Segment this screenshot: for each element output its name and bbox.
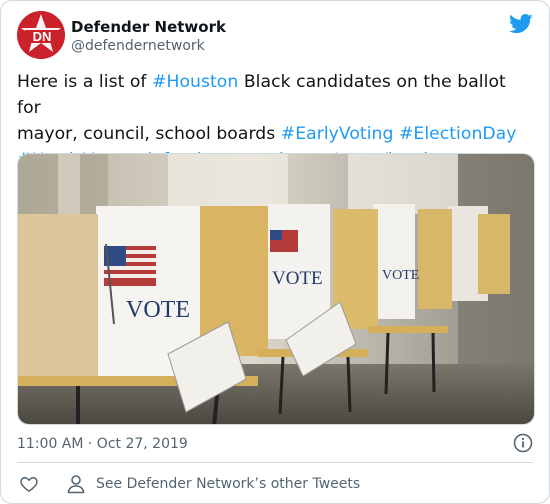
tweet-card: DN Defender Network @defendernetwork Her… <box>0 0 550 504</box>
divider <box>17 462 533 463</box>
booth-sign-text: VOTE <box>272 268 323 289</box>
booth-sign-text: VOTE <box>126 297 190 323</box>
author-names: Defender Network @defendernetwork <box>71 17 226 56</box>
tweet-text-segment: Here is a list of <box>17 72 153 92</box>
tweet-actions: See Defender Network’s other Tweets <box>17 473 533 495</box>
hashtag-houston[interactable]: #Houston <box>152 72 238 92</box>
booth-sign-text: VOTE <box>382 268 419 283</box>
avatar[interactable]: DN <box>17 11 65 59</box>
twitter-bird-icon[interactable] <box>509 13 533 35</box>
avatar-text: DN <box>33 29 52 44</box>
tweet-meta: 11:00 AM · Oct 27, 2019 <box>17 433 533 453</box>
defender-network-logo: DN <box>17 11 65 59</box>
tweet-text-segment: mayor, council, school boards <box>17 124 281 144</box>
info-icon[interactable] <box>513 433 533 453</box>
author-handle[interactable]: @defendernetwork <box>71 37 226 56</box>
tweet-line-1: Here is a list of #Houston Black candida… <box>17 69 535 121</box>
see-other-tweets-label: See Defender Network’s other Tweets <box>96 476 361 492</box>
tweet-line-2: mayor, council, school boards #EarlyVoti… <box>17 121 535 147</box>
voting-booths-photo: VOTE VOTE VOTE <box>18 154 534 424</box>
tweet-timestamp[interactable]: 11:00 AM · Oct 27, 2019 <box>17 436 188 452</box>
hashtag-electionday[interactable]: #ElectionDay <box>399 124 517 144</box>
tweet-header: DN Defender Network @defendernetwork <box>17 11 533 59</box>
person-icon <box>67 475 85 494</box>
heart-icon[interactable] <box>19 474 39 494</box>
tweet-photo[interactable]: VOTE VOTE VOTE <box>17 153 535 425</box>
hashtag-earlyvoting[interactable]: #EarlyVoting <box>281 124 394 144</box>
author-display-name[interactable]: Defender Network <box>71 17 226 37</box>
